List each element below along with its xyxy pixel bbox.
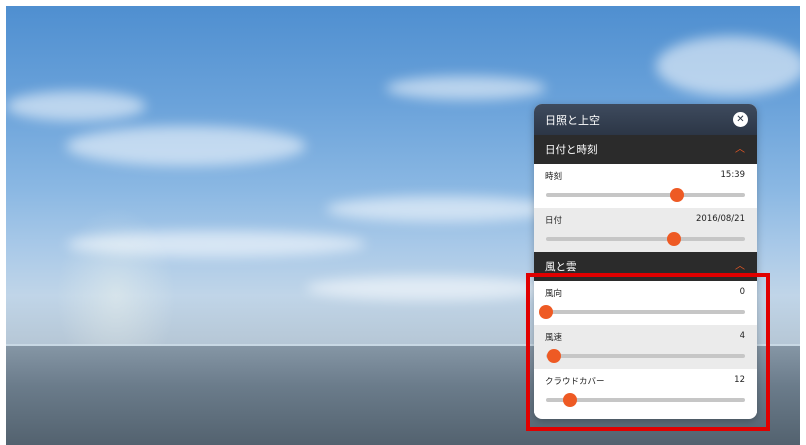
slider-row-wind-direction: 風向 0	[534, 281, 757, 325]
slider-thumb[interactable]	[546, 349, 561, 363]
chevron-up-icon[interactable]: ︿	[735, 261, 745, 272]
slider-value: 2016/08/21	[696, 214, 745, 224]
slider-track[interactable]	[546, 349, 745, 363]
sunlight-and-sky-panel: 日照と上空 ✕ 日付と時刻 ︿ 時刻 15:39 日付 2016/08/21 風…	[534, 104, 757, 419]
slider-row-cloud-cover: クラウドカバー 12	[534, 369, 757, 413]
close-icon[interactable]: ✕	[733, 112, 748, 127]
slider-track[interactable]	[546, 188, 745, 202]
panel-title: 日照と上空	[545, 113, 600, 127]
slider-value: 12	[734, 375, 745, 385]
section-title: 日付と時刻	[545, 144, 598, 156]
slider-track[interactable]	[546, 232, 745, 246]
cloud	[6, 91, 146, 121]
section-header-wind-cloud[interactable]: 風と雲 ︿	[534, 252, 757, 281]
slider-label: 風速	[545, 333, 563, 343]
panel-header: 日照と上空 ✕	[534, 104, 757, 135]
slider-label: 日付	[545, 216, 563, 226]
cloud	[386, 76, 546, 100]
slider-thumb[interactable]	[562, 393, 577, 407]
section-title: 風と雲	[545, 261, 577, 273]
slider-track[interactable]	[546, 393, 745, 407]
cloud	[306, 276, 546, 300]
cloud	[656, 36, 800, 96]
cloud	[326, 196, 556, 222]
slider-thumb[interactable]	[667, 232, 682, 246]
slider-row-time: 時刻 15:39	[534, 164, 757, 208]
chevron-up-icon[interactable]: ︿	[735, 144, 745, 155]
slider-value: 0	[739, 287, 745, 297]
slider-thumb[interactable]	[670, 188, 685, 202]
slider-row-wind-speed: 風速 4	[534, 325, 757, 369]
slider-value: 4	[739, 331, 745, 341]
section-header-date-time[interactable]: 日付と時刻 ︿	[534, 135, 757, 164]
slider-row-date: 日付 2016/08/21	[534, 208, 757, 252]
slider-thumb[interactable]	[539, 305, 553, 319]
slider-label: 風向	[545, 289, 563, 299]
slider-value: 15:39	[720, 170, 746, 180]
slider-label: 時刻	[545, 172, 563, 182]
slider-label: クラウドカバー	[545, 377, 605, 387]
slider-track[interactable]	[539, 305, 745, 319]
cloud	[66, 126, 306, 166]
